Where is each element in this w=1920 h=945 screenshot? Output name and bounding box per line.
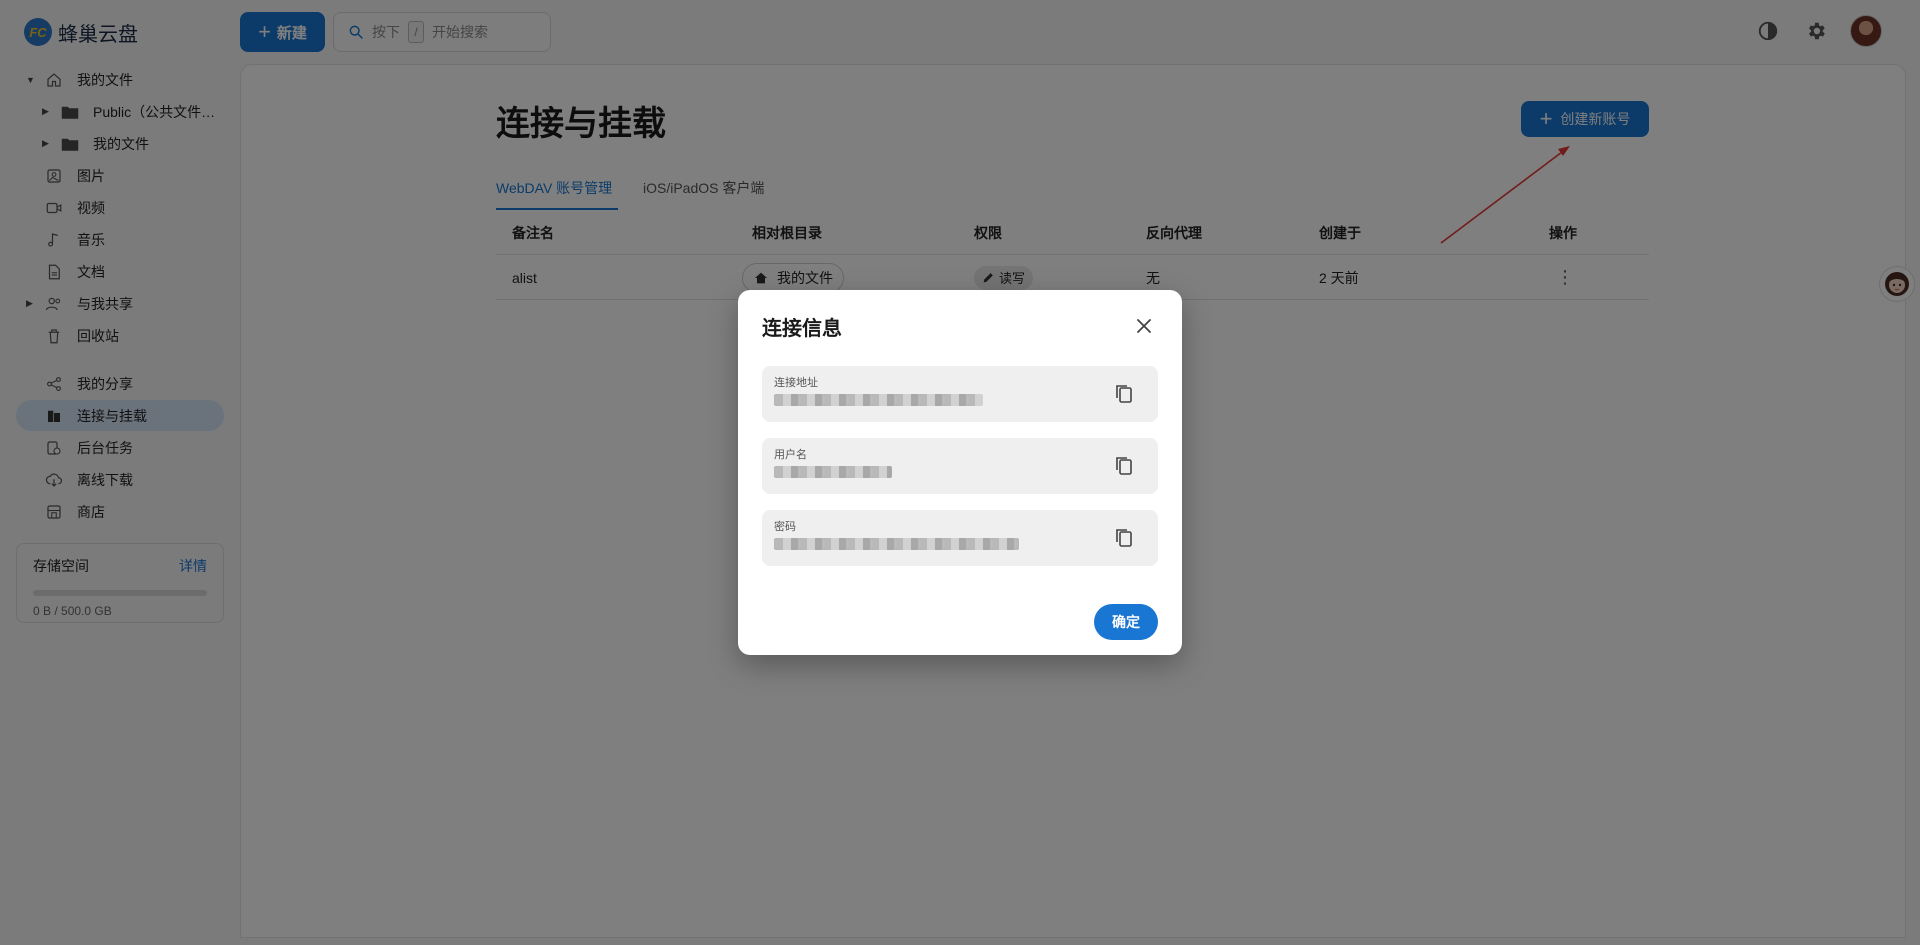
- copy-icon[interactable]: [1112, 382, 1136, 406]
- username-field[interactable]: 用户名: [762, 438, 1158, 494]
- connection-info-dialog: 连接信息 连接地址 用户名 密码 确定: [738, 290, 1182, 655]
- dialog-title: 连接信息: [762, 318, 842, 340]
- field-value-redacted: [774, 538, 1019, 550]
- confirm-button[interactable]: 确定: [1094, 604, 1158, 640]
- close-icon[interactable]: [1128, 310, 1160, 342]
- field-value-redacted: [774, 394, 983, 406]
- connection-url-field[interactable]: 连接地址: [762, 366, 1158, 422]
- copy-icon[interactable]: [1112, 454, 1136, 478]
- field-value-redacted: [774, 466, 892, 478]
- field-label: 连接地址: [774, 377, 818, 389]
- field-label: 密码: [774, 521, 796, 533]
- copy-icon[interactable]: [1112, 526, 1136, 550]
- password-field[interactable]: 密码: [762, 510, 1158, 566]
- field-label: 用户名: [774, 449, 807, 461]
